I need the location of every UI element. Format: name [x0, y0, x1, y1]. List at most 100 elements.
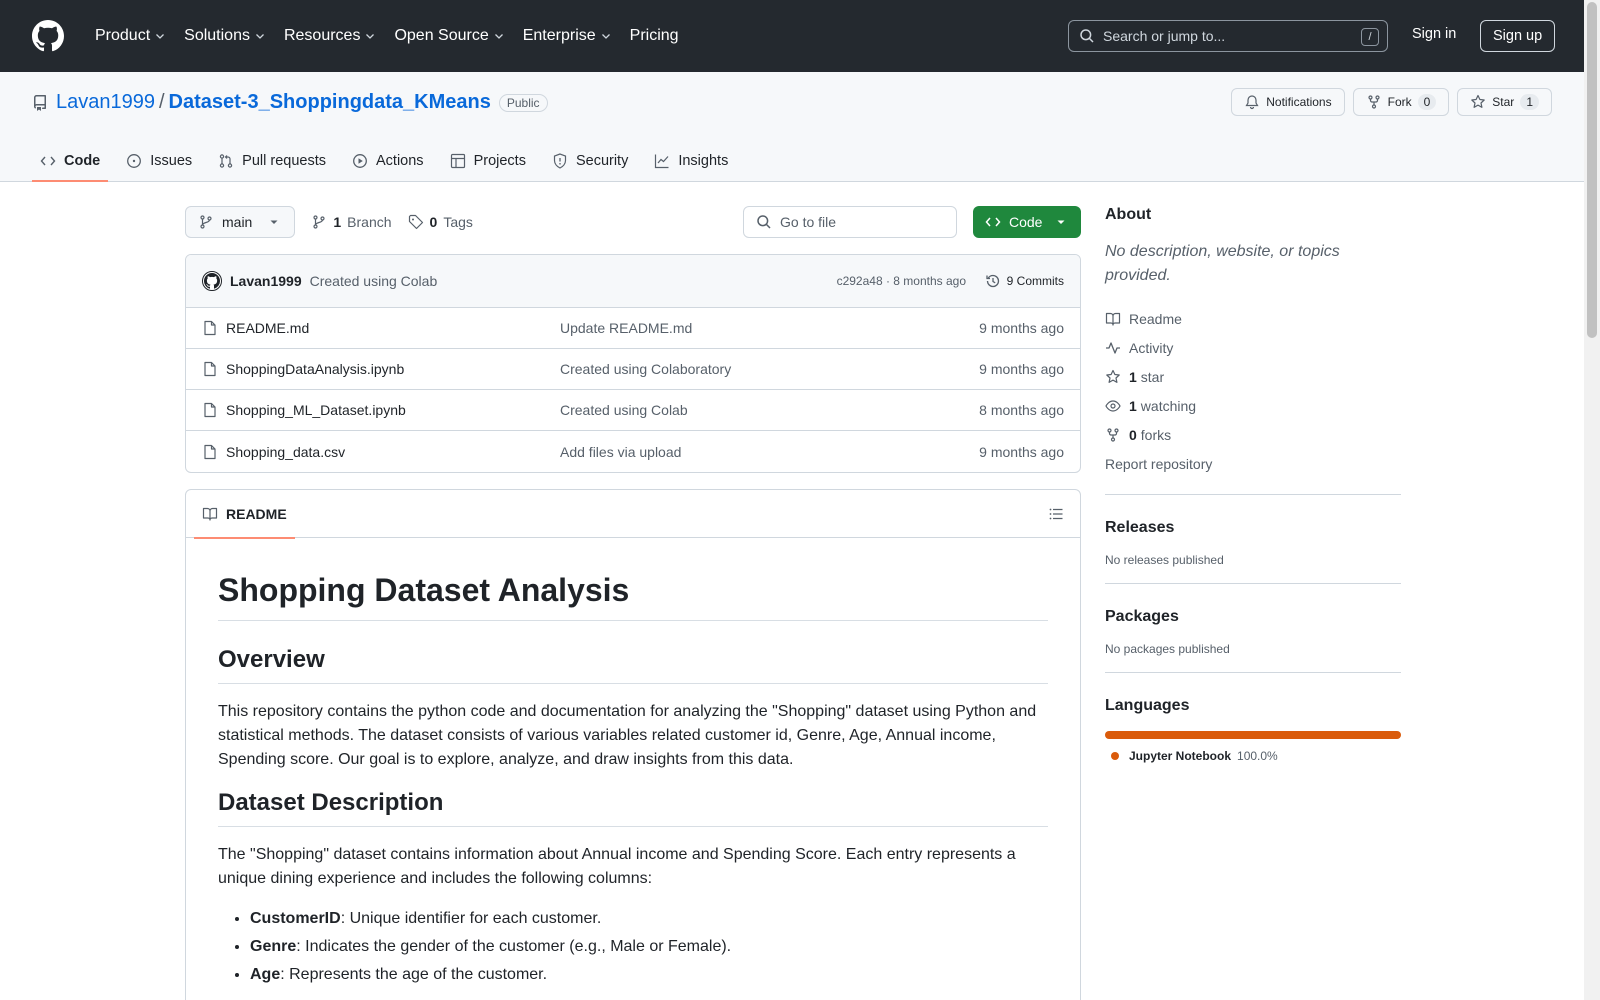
avatar[interactable] — [202, 271, 222, 291]
file-name-link[interactable]: ShoppingDataAnalysis.ipynb — [226, 361, 404, 377]
chevron-down-icon — [494, 34, 503, 39]
issue-icon — [127, 153, 142, 168]
readme-heading-dataset: Dataset Description — [218, 788, 1048, 827]
file-age: 9 months ago — [979, 320, 1064, 336]
readme-panel: README Shopping Dataset Analysis Overvie… — [185, 489, 1081, 1000]
readme-link[interactable]: Readme — [1105, 304, 1401, 333]
go-to-file-input[interactable]: Go to file — [743, 206, 957, 238]
star-button[interactable]: Star 1 — [1457, 88, 1552, 116]
tab-pull-requests-label: Pull requests — [242, 152, 326, 169]
file-row[interactable]: ShoppingDataAnalysis.ipynb Created using… — [186, 349, 1080, 390]
file-row[interactable]: README.md Update README.md 9 months ago — [186, 308, 1080, 349]
column-desc: : Represents the age of the customer. — [280, 966, 548, 983]
commits-count: 9 Commits — [1006, 274, 1064, 288]
top-navbar: Product Solutions Resources Open Source … — [0, 0, 1584, 72]
scrollbar-thumb[interactable] — [1587, 2, 1597, 338]
code-button-label: Code — [1009, 214, 1043, 230]
watchers-link[interactable]: 1 watching — [1105, 391, 1401, 420]
branch-selector[interactable]: main — [185, 206, 296, 238]
file-name-link[interactable]: Shopping_data.csv — [226, 444, 345, 460]
nav-open-source-label: Open Source — [394, 27, 489, 44]
search-icon — [757, 215, 771, 229]
caret-down-icon — [270, 220, 278, 224]
packages-heading[interactable]: Packages — [1105, 608, 1401, 626]
file-row[interactable]: Shopping_data.csv Add files via upload 9… — [186, 431, 1080, 472]
repo-sidebar: About No description, website, or topics… — [1105, 206, 1401, 763]
tab-projects-label: Projects — [473, 152, 526, 169]
pull-request-icon — [219, 153, 233, 168]
sign-in-link[interactable]: Sign in — [1412, 26, 1456, 42]
fork-label: Fork — [1387, 95, 1412, 109]
file-name-link[interactable]: Shopping_ML_Dataset.ipynb — [226, 402, 406, 418]
nav-open-source[interactable]: Open Source — [385, 20, 513, 52]
tab-pull-requests[interactable]: Pull requests — [210, 139, 334, 182]
nav-pricing[interactable]: Pricing — [621, 20, 688, 52]
branches-link[interactable]: 1 Branch — [311, 214, 392, 230]
star-icon — [1106, 369, 1120, 383]
readme-content: Shopping Dataset Analysis Overview This … — [186, 538, 1080, 987]
caret-down-icon — [1057, 220, 1065, 224]
github-logo-icon[interactable] — [32, 20, 64, 52]
book-icon — [202, 507, 218, 521]
forks-link[interactable]: 0 forks — [1105, 420, 1401, 449]
tab-security[interactable]: Security — [544, 139, 636, 182]
language-color-dot — [1111, 752, 1119, 760]
tab-issues[interactable]: Issues — [118, 139, 200, 182]
fork-icon — [1368, 95, 1380, 109]
tab-insights-label: Insights — [678, 152, 729, 169]
tab-actions[interactable]: Actions — [344, 139, 432, 182]
search-input[interactable]: Search or jump to... / — [1068, 20, 1388, 52]
tab-actions-label: Actions — [376, 152, 424, 169]
readme-tab[interactable]: README — [194, 490, 295, 539]
file-commit-message[interactable]: Add files via upload — [560, 444, 681, 460]
repo-owner-link[interactable]: Lavan1999 — [56, 91, 155, 114]
tab-insights[interactable]: Insights — [646, 139, 736, 182]
page-scrollbar[interactable] — [1584, 0, 1600, 1000]
book-icon — [1105, 312, 1121, 326]
packages-empty: No packages published — [1105, 642, 1230, 656]
column-name: CustomerID — [250, 910, 341, 927]
tags-link[interactable]: 0 Tags — [408, 214, 473, 230]
file-commit-message[interactable]: Created using Colaboratory — [560, 361, 731, 377]
stars-link[interactable]: 1 star — [1105, 362, 1401, 391]
releases-heading[interactable]: Releases — [1105, 519, 1401, 537]
nav-enterprise[interactable]: Enterprise — [514, 20, 621, 52]
file-icon — [204, 361, 216, 377]
code-icon — [985, 217, 1001, 227]
branch-icon — [313, 215, 325, 229]
code-dropdown-button[interactable]: Code — [973, 206, 1081, 238]
repo-name-link[interactable]: Dataset-3_Shoppingdata_KMeans — [169, 91, 491, 114]
branch-count: 1 — [333, 214, 342, 230]
tab-projects[interactable]: Projects — [442, 139, 534, 182]
star-icon — [1471, 94, 1486, 108]
branch-icon — [200, 215, 212, 229]
language-item[interactable]: Jupyter Notebook 100.0% — [1111, 749, 1401, 763]
commit-message-link[interactable]: Created using Colab — [310, 273, 438, 289]
divider — [1105, 672, 1401, 673]
nav-solutions[interactable]: Solutions — [175, 20, 275, 52]
about-heading: About — [1105, 206, 1152, 223]
readme-overview-text: This repository contains the python code… — [218, 703, 1037, 768]
readme-link-label: Readme — [1129, 310, 1182, 327]
file-name-link[interactable]: README.md — [226, 320, 309, 336]
file-commit-message[interactable]: Update README.md — [560, 320, 692, 336]
sign-up-button[interactable]: Sign up — [1480, 20, 1556, 52]
notifications-button[interactable]: Notifications — [1231, 88, 1345, 116]
commits-history-link[interactable]: 9 Commits — [985, 273, 1064, 289]
tab-code[interactable]: Code — [32, 139, 109, 182]
file-commit-message[interactable]: Created using Colab — [560, 402, 688, 418]
nav-product[interactable]: Product — [86, 20, 175, 52]
stars-label: star — [1140, 368, 1165, 385]
commit-author-link[interactable]: Lavan1999 — [230, 273, 302, 289]
nav-resources[interactable]: Resources — [275, 20, 385, 52]
commit-hash-time[interactable]: c292a48 · 8 months ago — [837, 274, 966, 288]
fork-button[interactable]: Fork 0 — [1352, 88, 1450, 116]
report-repository-link[interactable]: Report repository — [1105, 449, 1401, 478]
table-of-contents-icon[interactable] — [1048, 506, 1064, 522]
forks-label: forks — [1140, 426, 1172, 443]
activity-link[interactable]: Activity — [1105, 333, 1401, 362]
readme-column-list: CustomerID: Unique identifier for each c… — [218, 907, 1048, 987]
file-row[interactable]: Shopping_ML_Dataset.ipynb Created using … — [186, 390, 1080, 431]
nav-enterprise-label: Enterprise — [522, 27, 596, 44]
shield-icon — [553, 152, 567, 169]
